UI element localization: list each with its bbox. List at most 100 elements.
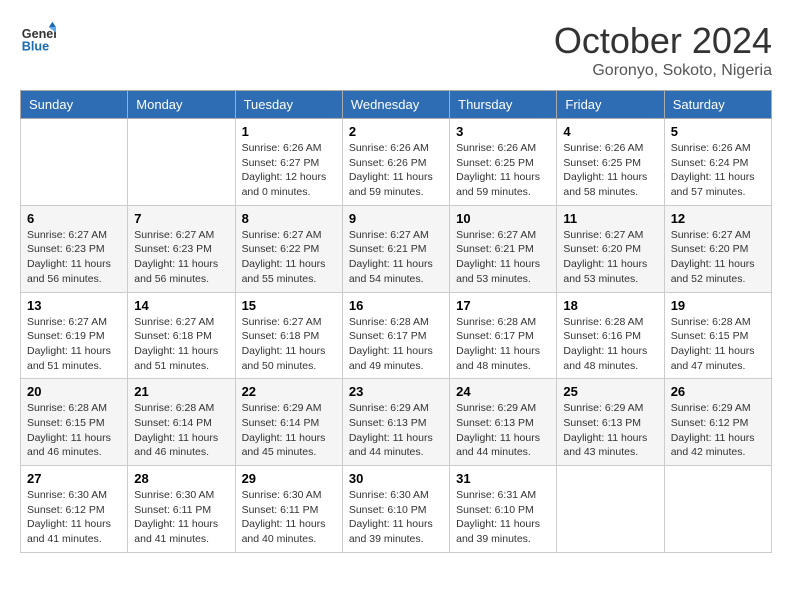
day-number: 28 [134,471,228,486]
logo-icon: General Blue [20,20,56,56]
calendar-cell: 2 Sunrise: 6:26 AM Sunset: 6:26 PM Daylig… [342,119,449,206]
day-number: 3 [456,124,550,139]
day-info: Sunrise: 6:27 AM Sunset: 6:19 PM Dayligh… [27,315,121,374]
day-info: Sunrise: 6:26 AM Sunset: 6:25 PM Dayligh… [456,141,550,200]
day-info: Sunrise: 6:27 AM Sunset: 6:20 PM Dayligh… [563,228,657,287]
calendar-cell: 16 Sunrise: 6:28 AM Sunset: 6:17 PM Dayli… [342,292,449,379]
calendar-week-row: 20Sunrise: 6:28 AM Sunset: 6:15 PM Dayli… [21,379,772,466]
day-number: 2 [349,124,443,139]
calendar-cell: 21 Sunrise: 6:28 AM Sunset: 6:14 PM Dayli… [128,379,235,466]
day-info: Sunrise: 6:26 AM Sunset: 6:25 PM Dayligh… [563,141,657,200]
calendar-cell: 15 Sunrise: 6:27 AM Sunset: 6:18 PM Dayli… [235,292,342,379]
weekday-header: Saturday [664,91,771,119]
calendar-cell: 9 Sunrise: 6:27 AM Sunset: 6:21 PM Daylig… [342,205,449,292]
calendar-cell: 30Sunrise: 6:30 AM Sunset: 6:10 PM Dayli… [342,466,449,553]
day-info: Sunrise: 6:27 AM Sunset: 6:18 PM Dayligh… [242,315,336,374]
weekday-header: Thursday [450,91,557,119]
calendar-cell: 29Sunrise: 6:30 AM Sunset: 6:11 PM Dayli… [235,466,342,553]
day-info: Sunrise: 6:26 AM Sunset: 6:24 PM Dayligh… [671,141,765,200]
weekday-header: Tuesday [235,91,342,119]
day-number: 11 [563,211,657,226]
calendar-cell: 11 Sunrise: 6:27 AM Sunset: 6:20 PM Dayli… [557,205,664,292]
calendar-week-row: 13Sunrise: 6:27 AM Sunset: 6:19 PM Dayli… [21,292,772,379]
day-info: Sunrise: 6:27 AM Sunset: 6:21 PM Dayligh… [349,228,443,287]
day-info: Sunrise: 6:26 AM Sunset: 6:27 PM Dayligh… [242,141,336,200]
calendar-cell: 10 Sunrise: 6:27 AM Sunset: 6:21 PM Dayli… [450,205,557,292]
calendar-table: SundayMondayTuesdayWednesdayThursdayFrid… [20,90,772,553]
day-number: 6 [27,211,121,226]
day-info: Sunrise: 6:27 AM Sunset: 6:18 PM Dayligh… [134,315,228,374]
month-title: October 2024 [554,20,772,62]
logo: General Blue [20,20,56,56]
day-info: Sunrise: 6:27 AM Sunset: 6:22 PM Dayligh… [242,228,336,287]
day-number: 14 [134,298,228,313]
day-number: 27 [27,471,121,486]
day-number: 16 [349,298,443,313]
calendar-cell [21,119,128,206]
calendar-cell: 27 Sunrise: 6:30 AM Sunset: 6:12 PM Dayli… [21,466,128,553]
day-info: Sunrise: 6:30 AM Sunset: 6:11 PM Dayligh… [134,488,228,547]
calendar-cell: 8 Sunrise: 6:27 AM Sunset: 6:22 PM Daylig… [235,205,342,292]
day-number: 23 [349,384,443,399]
day-number: 5 [671,124,765,139]
day-info: Sunrise: 6:29 AM Sunset: 6:13 PM Dayligh… [349,401,443,460]
calendar-cell: 14 Sunrise: 6:27 AM Sunset: 6:18 PM Dayli… [128,292,235,379]
day-info: Sunrise: 6:27 AM Sunset: 6:21 PM Dayligh… [456,228,550,287]
calendar-cell: 12 Sunrise: 6:27 AM Sunset: 6:20 PM Dayli… [664,205,771,292]
day-number: 12 [671,211,765,226]
calendar-cell: 3 Sunrise: 6:26 AM Sunset: 6:25 PM Daylig… [450,119,557,206]
day-number: 21 [134,384,228,399]
svg-text:Blue: Blue [22,40,49,54]
day-info: Sunrise: 6:27 AM Sunset: 6:23 PM Dayligh… [134,228,228,287]
day-info: Sunrise: 6:28 AM Sunset: 6:16 PM Dayligh… [563,315,657,374]
day-info: Sunrise: 6:28 AM Sunset: 6:17 PM Dayligh… [349,315,443,374]
calendar-cell: 28 Sunrise: 6:30 AM Sunset: 6:11 PM Dayli… [128,466,235,553]
calendar-cell: 20Sunrise: 6:28 AM Sunset: 6:15 PM Dayli… [21,379,128,466]
day-info: Sunrise: 6:28 AM Sunset: 6:15 PM Dayligh… [671,315,765,374]
day-number: 31 [456,471,550,486]
day-info: Sunrise: 6:29 AM Sunset: 6:13 PM Dayligh… [563,401,657,460]
day-number: 24 [456,384,550,399]
calendar-cell: 13Sunrise: 6:27 AM Sunset: 6:19 PM Dayli… [21,292,128,379]
weekday-header: Wednesday [342,91,449,119]
calendar-cell: 17Sunrise: 6:28 AM Sunset: 6:17 PM Dayli… [450,292,557,379]
day-number: 4 [563,124,657,139]
day-number: 1 [242,124,336,139]
day-info: Sunrise: 6:29 AM Sunset: 6:13 PM Dayligh… [456,401,550,460]
calendar-cell: 19 Sunrise: 6:28 AM Sunset: 6:15 PM Dayli… [664,292,771,379]
day-number: 10 [456,211,550,226]
day-info: Sunrise: 6:26 AM Sunset: 6:26 PM Dayligh… [349,141,443,200]
weekday-header: Sunday [21,91,128,119]
calendar-week-row: 6 Sunrise: 6:27 AM Sunset: 6:23 PM Daylig… [21,205,772,292]
calendar-week-row: 1 Sunrise: 6:26 AM Sunset: 6:27 PM Daylig… [21,119,772,206]
calendar-cell: 7Sunrise: 6:27 AM Sunset: 6:23 PM Daylig… [128,205,235,292]
weekday-header-row: SundayMondayTuesdayWednesdayThursdayFrid… [21,91,772,119]
calendar-cell: 26 Sunrise: 6:29 AM Sunset: 6:12 PM Dayli… [664,379,771,466]
day-number: 17 [456,298,550,313]
calendar-cell: 6 Sunrise: 6:27 AM Sunset: 6:23 PM Daylig… [21,205,128,292]
calendar-cell: 24 Sunrise: 6:29 AM Sunset: 6:13 PM Dayli… [450,379,557,466]
calendar-cell: 31Sunrise: 6:31 AM Sunset: 6:10 PM Dayli… [450,466,557,553]
day-number: 8 [242,211,336,226]
page-header: General Blue October 2024 Goronyo, Sokot… [20,20,772,80]
calendar-cell: 18 Sunrise: 6:28 AM Sunset: 6:16 PM Dayli… [557,292,664,379]
weekday-header: Monday [128,91,235,119]
day-number: 18 [563,298,657,313]
day-info: Sunrise: 6:30 AM Sunset: 6:12 PM Dayligh… [27,488,121,547]
day-number: 9 [349,211,443,226]
day-info: Sunrise: 6:27 AM Sunset: 6:23 PM Dayligh… [27,228,121,287]
day-number: 19 [671,298,765,313]
day-info: Sunrise: 6:30 AM Sunset: 6:11 PM Dayligh… [242,488,336,547]
day-info: Sunrise: 6:29 AM Sunset: 6:14 PM Dayligh… [242,401,336,460]
day-number: 22 [242,384,336,399]
day-info: Sunrise: 6:29 AM Sunset: 6:12 PM Dayligh… [671,401,765,460]
day-number: 26 [671,384,765,399]
day-number: 15 [242,298,336,313]
calendar-cell: 25 Sunrise: 6:29 AM Sunset: 6:13 PM Dayli… [557,379,664,466]
calendar-cell [664,466,771,553]
day-info: Sunrise: 6:28 AM Sunset: 6:14 PM Dayligh… [134,401,228,460]
calendar-cell [557,466,664,553]
day-number: 25 [563,384,657,399]
day-info: Sunrise: 6:27 AM Sunset: 6:20 PM Dayligh… [671,228,765,287]
day-number: 20 [27,384,121,399]
